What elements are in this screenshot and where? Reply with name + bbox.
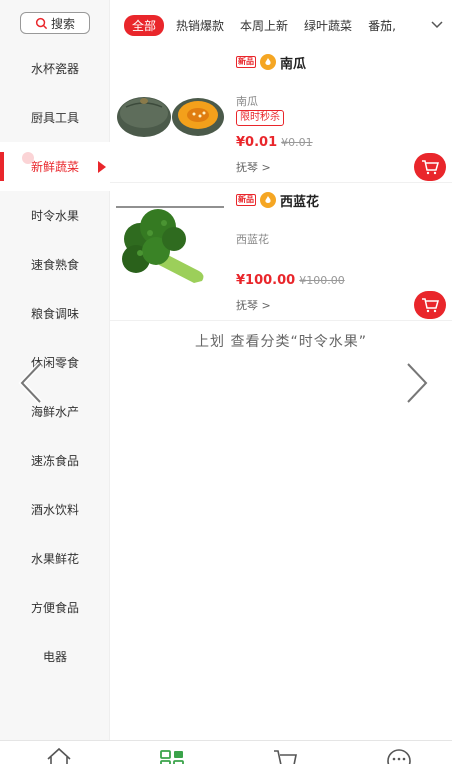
tab-new-this-week[interactable]: 本周上新	[236, 15, 292, 36]
chevron-right-icon[interactable]	[402, 360, 432, 406]
sidebar-item-label: 方便食品	[30, 601, 79, 615]
product-title-row: 新品 南瓜	[236, 53, 442, 72]
shopping-cart-icon[interactable]	[272, 745, 300, 764]
active-arrow-icon	[98, 160, 106, 173]
sidebar-item-label: 速冻食品	[30, 454, 79, 468]
category-icon[interactable]	[159, 745, 187, 764]
cart-icon	[422, 298, 439, 313]
sidebar-item-appliances[interactable]: 电器	[0, 632, 110, 681]
tab-tomato[interactable]: 番茄,	[364, 15, 400, 36]
sidebar-item-label: 水杯瓷器	[30, 62, 79, 76]
search-label: 搜索	[50, 16, 75, 31]
sidebar-item-grain[interactable]: 粮食调味	[0, 289, 110, 338]
original-price: ¥0.01	[281, 136, 313, 149]
product-card[interactable]: 新品 南瓜 南瓜 限时秒杀 ¥0.01 ¥0.01 抚琴 >	[110, 47, 452, 183]
sidebar-item-fastfood[interactable]: 速食熟食	[0, 240, 110, 289]
add-to-cart-button[interactable]	[414, 291, 446, 319]
home-icon[interactable]	[45, 745, 73, 764]
product-name: 南瓜	[280, 56, 307, 72]
seller-link[interactable]: 抚琴 >	[236, 159, 271, 175]
product-image-broccoli	[116, 206, 224, 283]
sidebar-item-label: 酒水饮料	[30, 503, 79, 517]
tab-leafy-greens[interactable]: 绿叶蔬菜	[300, 15, 356, 36]
sidebar-item-label: 水果鲜花	[30, 552, 79, 566]
sidebar-item-label: 新鲜蔬菜	[30, 160, 79, 174]
sidebar-item-frozen[interactable]: 速冻食品	[0, 436, 110, 485]
price-row: ¥0.01 ¥0.01	[236, 135, 313, 150]
seller-link[interactable]: 抚琴 >	[236, 297, 271, 313]
tab-hot[interactable]: 热销爆款	[172, 15, 228, 36]
tabs-expand-button[interactable]	[422, 0, 452, 50]
new-badge: 新品	[236, 194, 256, 206]
tab-all[interactable]: 全部	[124, 14, 165, 36]
flame-icon	[260, 192, 276, 208]
active-dot	[22, 152, 34, 164]
product-image-pumpkin	[117, 97, 224, 137]
product-price: ¥100.00	[236, 273, 296, 288]
flame-icon	[260, 54, 276, 70]
add-to-cart-button[interactable]	[414, 153, 446, 181]
sidebar-item-label: 速食熟食	[30, 258, 79, 272]
sidebar-item-label: 厨具工具	[30, 111, 79, 125]
sidebar-item-kitchen[interactable]: 厨具工具	[0, 93, 110, 142]
chevron-left-icon[interactable]	[16, 360, 46, 406]
sidebar-item-label: 电器	[42, 650, 67, 664]
sidebar-item-flowers[interactable]: 水果鲜花	[0, 534, 110, 583]
product-info: 新品 西蓝花 西蓝花 ¥100.00 ¥100.00 抚琴 >	[236, 191, 446, 320]
search-icon	[35, 17, 48, 29]
product-subtitle: 南瓜	[236, 95, 258, 108]
product-name: 西蓝花	[280, 194, 320, 210]
original-price: ¥100.00	[299, 274, 345, 287]
new-badge: 新品	[236, 56, 256, 68]
product-title-row: 新品 西蓝花	[236, 191, 442, 210]
sidebar-item-cups[interactable]: 水杯瓷器	[0, 44, 110, 93]
product-card[interactable]: 新品 西蓝花 西蓝花 ¥100.00 ¥100.00 抚琴 >	[110, 185, 452, 321]
sidebar-item-drinks[interactable]: 酒水饮料	[0, 485, 110, 534]
chevron-down-icon	[431, 21, 443, 29]
subcategory-tabs: 全部 热销爆款 本周上新 绿叶蔬菜 番茄,	[110, 0, 452, 50]
flash-sale-tag: 限时秒杀	[236, 110, 284, 126]
product-subtitle: 西蓝花	[236, 233, 269, 246]
message-icon[interactable]	[385, 745, 413, 764]
product-info: 新品 南瓜 南瓜 限时秒杀 ¥0.01 ¥0.01 抚琴 >	[236, 53, 446, 182]
sidebar-item-instant[interactable]: 方便食品	[0, 583, 110, 632]
sidebar-item-fruits[interactable]: 时令水果	[0, 191, 110, 240]
sidebar-item-vegetables[interactable]: 新鲜蔬菜	[0, 142, 110, 191]
bottom-tab-bar	[0, 740, 452, 764]
price-row: ¥100.00 ¥100.00	[236, 273, 345, 288]
sidebar-item-label: 粮食调味	[30, 307, 79, 321]
cart-icon	[422, 160, 439, 175]
sidebar-item-label: 时令水果	[30, 209, 79, 223]
swipe-up-hint: 上划 查看分类“时令水果”	[195, 334, 367, 350]
search-button[interactable]: 搜索	[20, 12, 90, 34]
product-price: ¥0.01	[236, 135, 278, 150]
